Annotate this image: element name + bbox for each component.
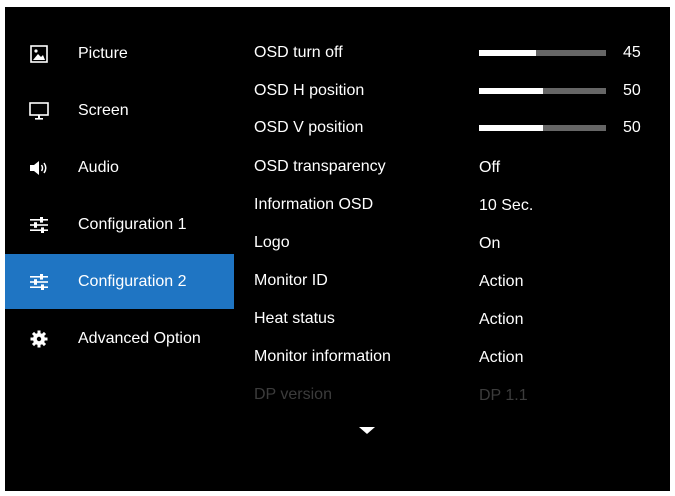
slider-value: 50 [623, 82, 641, 99]
setting-value: DP 1.1 [479, 387, 528, 404]
setting-value: Off [479, 159, 501, 176]
setting-label: OSD H position [254, 82, 365, 99]
setting-value: Action [479, 311, 524, 328]
sidebar-item-configuration-2[interactable]: Configuration 2 [5, 254, 234, 309]
setting-label: Heat status [254, 310, 335, 327]
sidebar-item-label: Configuration 1 [78, 215, 187, 233]
sidebar-item-label: Advanced Option [78, 329, 201, 347]
sidebar-item-screen[interactable]: Screen [5, 83, 234, 138]
setting-value: Action [479, 349, 524, 366]
setting-label: OSD V position [254, 119, 364, 136]
setting-label: DP version [254, 386, 332, 403]
gear-icon [29, 329, 49, 349]
picture-icon [29, 44, 49, 64]
setting-label: Monitor information [254, 348, 391, 365]
sliders-icon [29, 215, 49, 235]
slider-value: 50 [623, 119, 641, 136]
sidebar-item-configuration-1[interactable]: Configuration 1 [5, 197, 234, 252]
chevron-down-icon[interactable] [359, 427, 375, 434]
setting-label: Logo [254, 234, 290, 251]
monitor-icon [29, 101, 49, 121]
sidebar-item-label: Screen [78, 101, 129, 119]
osd-v-position-slider[interactable] [479, 125, 606, 131]
sidebar-item-label: Audio [78, 158, 119, 176]
setting-value: On [479, 235, 501, 252]
sidebar-item-label: Picture [78, 44, 128, 62]
setting-label: Information OSD [254, 196, 374, 213]
sidebar-item-advanced-option[interactable]: Advanced Option [5, 311, 234, 366]
setting-value: Action [479, 273, 524, 290]
slider-fill [479, 88, 543, 94]
sidebar-item-label: Configuration 2 [78, 272, 187, 290]
sidebar-item-audio[interactable]: Audio [5, 140, 234, 195]
speaker-icon [29, 158, 49, 178]
setting-label: Monitor ID [254, 272, 328, 289]
setting-label: OSD transparency [254, 158, 386, 175]
setting-label: OSD turn off [254, 44, 343, 61]
setting-value: 10 Sec. [479, 197, 534, 214]
slider-fill [479, 50, 537, 56]
sidebar-item-picture[interactable]: Picture [5, 26, 234, 81]
osd-menu: Picture Screen Audio Configuration 1 Con… [5, 7, 670, 491]
osd-h-position-slider[interactable] [479, 88, 606, 94]
slider-value: 45 [623, 44, 641, 61]
sliders-icon [29, 272, 49, 292]
slider-fill [479, 125, 543, 131]
osd-turn-off-slider[interactable] [479, 50, 606, 56]
